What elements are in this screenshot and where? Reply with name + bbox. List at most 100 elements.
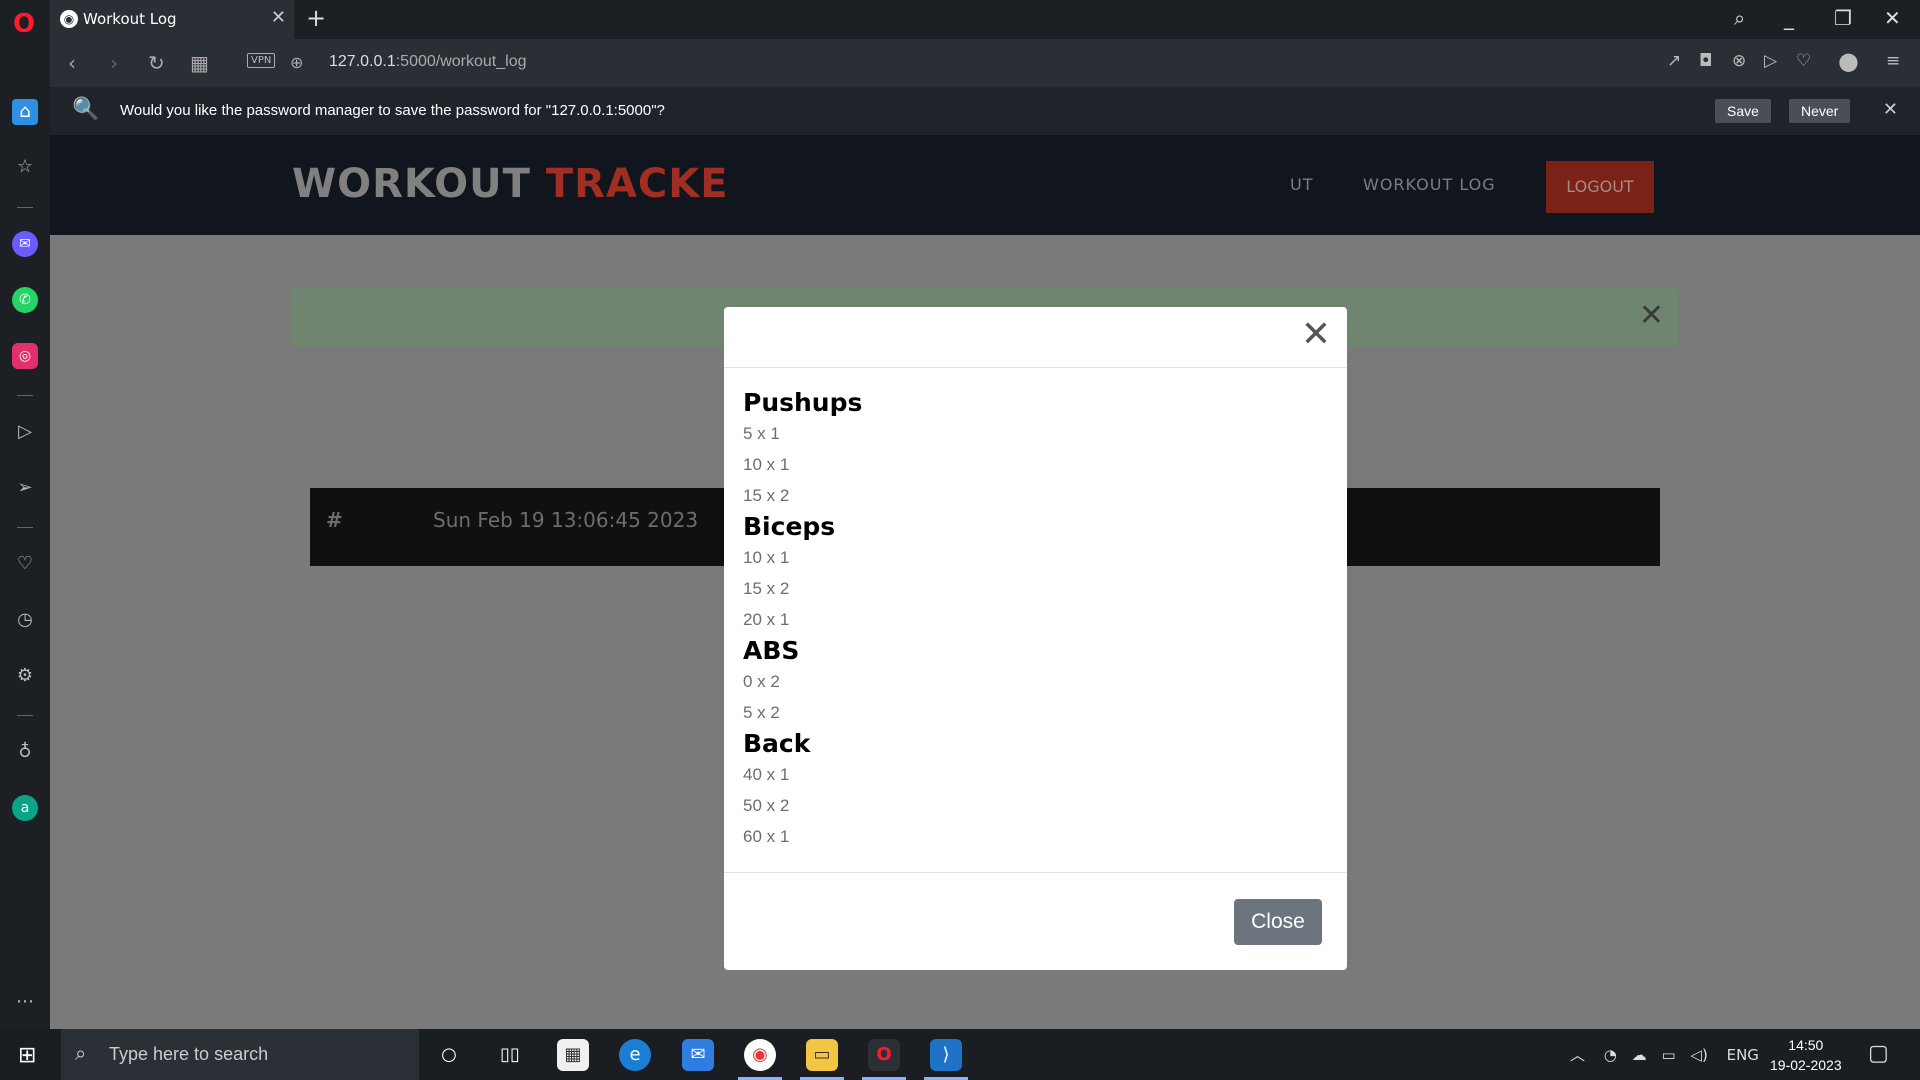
taskbar-clock[interactable]: 14:50 19-02-2023 <box>1770 1035 1842 1075</box>
browser-sidebar: ⌂ ☆ ✉ ✆ ◎ ▷ ➢ ♡ ◷ ⚙ ♁ a ⋯ <box>0 39 50 1029</box>
instagram-icon[interactable]: ◎ <box>12 343 38 369</box>
volume-icon[interactable]: ◁) <box>1690 1046 1707 1064</box>
logout-button[interactable]: LOGOUT <box>1546 161 1654 213</box>
sidebar-divider <box>17 715 33 716</box>
clock-date: 19-02-2023 <box>1770 1057 1842 1073</box>
sidebar-divider <box>17 527 33 528</box>
brand-word-1: WORKOUT <box>292 161 531 207</box>
taskbar-search[interactable]: ⌕ Type here to search <box>61 1029 419 1080</box>
forward-icon[interactable]: › <box>110 51 118 75</box>
windows-start-icon[interactable]: ⊞ <box>18 1043 36 1068</box>
close-button[interactable]: Close <box>1234 899 1322 945</box>
back-icon[interactable]: ‹ <box>68 51 76 75</box>
close-bar-icon[interactable]: ✕ <box>1883 99 1898 120</box>
exercise-set: 15 x 2 <box>743 579 790 598</box>
exercise-title: Pushups <box>743 388 863 417</box>
table-col-date: Sun Feb 19 13:06:45 2023 <box>433 508 699 532</box>
clock-time: 14:50 <box>1788 1037 1824 1053</box>
file-explorer-icon[interactable]: ▭ <box>806 1039 838 1071</box>
exercise-set: 10 x 1 <box>743 548 790 567</box>
cortana-icon[interactable]: ○ <box>433 1039 465 1071</box>
url-field[interactable]: 127.0.0.1:5000/workout_log <box>329 53 527 71</box>
tabs-grid-icon[interactable]: ▦ <box>190 51 209 75</box>
language-indicator[interactable]: ENG <box>1727 1046 1759 1064</box>
exercise-set: 5 x 1 <box>743 424 780 443</box>
workout-details-modal: ✕ Pushups 5 x 1 10 x 1 15 x 2 Biceps 10 x 1 15… <box>724 307 1347 970</box>
camera-icon[interactable]: ◘ <box>1699 51 1712 71</box>
more-icon[interactable]: ⋯ <box>12 989 38 1015</box>
search-tabs-icon[interactable]: ⌕ <box>1734 6 1745 30</box>
never-button[interactable]: Never <box>1789 99 1851 123</box>
tab-workout-log[interactable]: ◉ Workout Log ✕ <box>50 0 294 39</box>
save-password-button[interactable]: Save <box>1715 99 1771 123</box>
exercise-set: 40 x 1 <box>743 765 790 784</box>
exercise-set: 60 x 1 <box>743 827 790 846</box>
opera-taskbar-icon[interactable]: O <box>868 1039 900 1071</box>
vpn-badge[interactable]: VPN <box>247 53 276 68</box>
opera-logo-icon[interactable]: O <box>8 8 40 40</box>
easy-setup-icon[interactable]: ≡ <box>1886 51 1900 71</box>
exercise-title: ABS <box>743 636 800 665</box>
mail-icon[interactable]: ✉ <box>682 1039 714 1071</box>
modal-close-icon[interactable]: ✕ <box>1301 315 1331 355</box>
history-icon[interactable]: ◷ <box>12 607 38 633</box>
modal-header: ✕ <box>724 307 1347 368</box>
site-info-icon[interactable]: ⊕ <box>290 53 303 72</box>
sidebar-divider <box>17 395 33 396</box>
page-content: WORKOUT TRACKE UT WORKOUT LOG LOGOUT ✕ #… <box>50 135 1920 1029</box>
wifi-icon[interactable]: ◔ <box>1604 1046 1617 1064</box>
chrome-icon[interactable]: ◉ <box>744 1039 776 1071</box>
store-icon[interactable]: ▦ <box>557 1039 589 1071</box>
close-tab-icon[interactable]: ✕ <box>271 7 286 28</box>
exercise-set: 50 x 2 <box>743 796 790 815</box>
sidebar-divider <box>17 207 33 208</box>
address-bar: ‹ › ↻ ▦ VPN ⊕ 127.0.0.1:5000/workout_log… <box>50 39 1920 87</box>
share-icon[interactable]: ↗ <box>1667 51 1681 71</box>
exercise-set: 0 x 2 <box>743 672 780 691</box>
tab-title: Workout Log <box>83 10 177 28</box>
onedrive-icon[interactable]: ☁ <box>1632 1046 1647 1064</box>
notifications-icon[interactable]: ▢ <box>1868 1041 1889 1066</box>
task-view-icon[interactable]: ▯▯ <box>494 1039 526 1071</box>
exercise-set: 5 x 2 <box>743 703 780 722</box>
nav-link-partial[interactable]: UT <box>1290 175 1313 194</box>
exercise-title: Biceps <box>743 512 836 541</box>
modal-footer: Close <box>724 872 1347 970</box>
star-icon[interactable]: ☆ <box>12 154 38 180</box>
edge-icon[interactable]: e <box>619 1039 651 1071</box>
search-icon: ⌕ <box>75 1041 87 1065</box>
battery-icon[interactable]: ▭ <box>1661 1046 1675 1064</box>
url-host: 127.0.0.1 <box>329 53 396 70</box>
send-icon[interactable]: ▷ <box>1764 51 1777 71</box>
restore-icon[interactable]: ❐ <box>1834 6 1852 30</box>
whatsapp-icon[interactable]: ✆ <box>12 287 38 313</box>
table-col-hash: # <box>326 508 343 532</box>
exercise-set: 20 x 1 <box>743 610 790 629</box>
lightbulb-icon[interactable]: ♁ <box>12 739 38 765</box>
heart-icon[interactable]: ♡ <box>1796 51 1811 71</box>
player-icon[interactable]: ▷ <box>12 419 38 445</box>
send-icon[interactable]: ➢ <box>12 475 38 501</box>
nav-link-workout-log[interactable]: WORKOUT LOG <box>1363 175 1496 194</box>
tray-chevron-icon[interactable]: ︿ <box>1570 1046 1585 1064</box>
messenger-icon[interactable]: ✉ <box>12 231 38 257</box>
reload-icon[interactable]: ↻ <box>148 51 165 75</box>
modal-body: Pushups 5 x 1 10 x 1 15 x 2 Biceps 10 x 1 15 x… <box>743 387 1323 852</box>
site-brand[interactable]: WORKOUT TRACKE <box>292 161 729 207</box>
browser-tab-bar: O ◉ Workout Log ✕ + ⌕ _ ❐ ✕ <box>0 0 1920 39</box>
profile-avatar-icon[interactable]: ● <box>1838 47 1859 75</box>
minimize-icon[interactable]: _ <box>1784 6 1794 30</box>
close-window-icon[interactable]: ✕ <box>1884 6 1901 30</box>
exercise-title: Back <box>743 729 811 758</box>
home-icon[interactable]: ⌂ <box>12 99 38 125</box>
system-tray: ︿ ◔ ☁ ▭ ◁) ENG <box>1570 1044 1759 1065</box>
settings-icon[interactable]: ⚙ <box>12 663 38 689</box>
aria-icon[interactable]: a <box>12 795 38 821</box>
key-icon: 🔍 <box>72 97 100 122</box>
close-alert-icon[interactable]: ✕ <box>1639 298 1664 333</box>
new-tab-button[interactable]: + <box>306 4 326 32</box>
adblock-icon[interactable]: ⊗ <box>1732 51 1746 71</box>
heart-icon[interactable]: ♡ <box>12 551 38 577</box>
search-placeholder: Type here to search <box>109 1044 269 1064</box>
vscode-icon[interactable]: ⟩ <box>930 1039 962 1071</box>
